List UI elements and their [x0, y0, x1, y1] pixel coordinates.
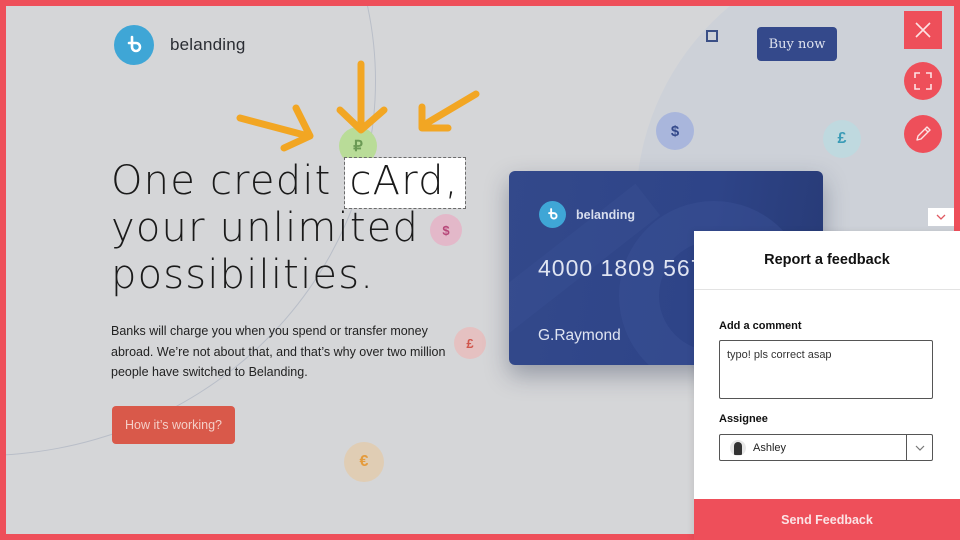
- pound-coin-icon: £: [823, 120, 861, 158]
- panel-title: Report a feedback: [694, 231, 960, 290]
- highlighted-typo-word[interactable]: cArd,: [344, 157, 466, 209]
- belanding-logo-icon: [114, 25, 154, 65]
- how-it-works-button[interactable]: How it’s working?: [112, 406, 235, 444]
- close-button[interactable]: [904, 11, 942, 49]
- assignee-label: Assignee: [719, 413, 768, 425]
- assignee-dropdown-toggle[interactable]: [906, 435, 932, 460]
- assignee-select[interactable]: Ashley: [719, 434, 933, 461]
- arrow-left-icon: [236, 104, 314, 152]
- fullscreen-button[interactable]: [904, 62, 942, 100]
- euro-coin-icon: €: [344, 442, 384, 482]
- fullscreen-icon: [914, 72, 932, 90]
- hero-description: Banks will charge you when you spend or …: [111, 324, 446, 379]
- send-feedback-button[interactable]: Send Feedback: [694, 499, 960, 540]
- dollar-coin-icon: $: [430, 214, 462, 246]
- hero-headline: One credit cArd, your unlimited possibil…: [111, 157, 466, 299]
- square-icon[interactable]: [706, 30, 718, 42]
- buy-now-button[interactable]: Buy now: [757, 27, 837, 61]
- close-icon: [915, 22, 931, 38]
- card-number: 4000 1809 5678: [538, 255, 719, 281]
- collapse-panel-button[interactable]: [928, 208, 954, 226]
- feedback-panel: Report a feedback Add a comment typo! pl…: [694, 231, 960, 540]
- assignee-value: Ashley: [753, 441, 787, 454]
- belanding-logo-icon: [539, 201, 566, 228]
- comment-input[interactable]: typo! pls correct asap: [719, 340, 933, 399]
- annotation-arrows: [236, 60, 480, 152]
- arrow-center-icon: [336, 60, 388, 134]
- dollar-coin-icon: $: [656, 112, 694, 150]
- avatar: [730, 439, 746, 456]
- pencil-icon: [916, 126, 931, 141]
- headline-line2: your unlimited: [111, 205, 420, 251]
- comment-label: Add a comment: [719, 320, 802, 332]
- card-holder-name: G.Raymond: [538, 327, 621, 344]
- edit-button[interactable]: [904, 115, 942, 153]
- headline-line3: possibilities.: [111, 252, 375, 298]
- arrow-right-icon: [418, 90, 480, 132]
- chevron-down-icon: [915, 445, 924, 451]
- card-logo: belanding: [539, 201, 635, 228]
- card-brand: belanding: [576, 207, 636, 222]
- chevron-down-icon: [936, 214, 946, 220]
- headline-line1: One credit: [111, 158, 346, 204]
